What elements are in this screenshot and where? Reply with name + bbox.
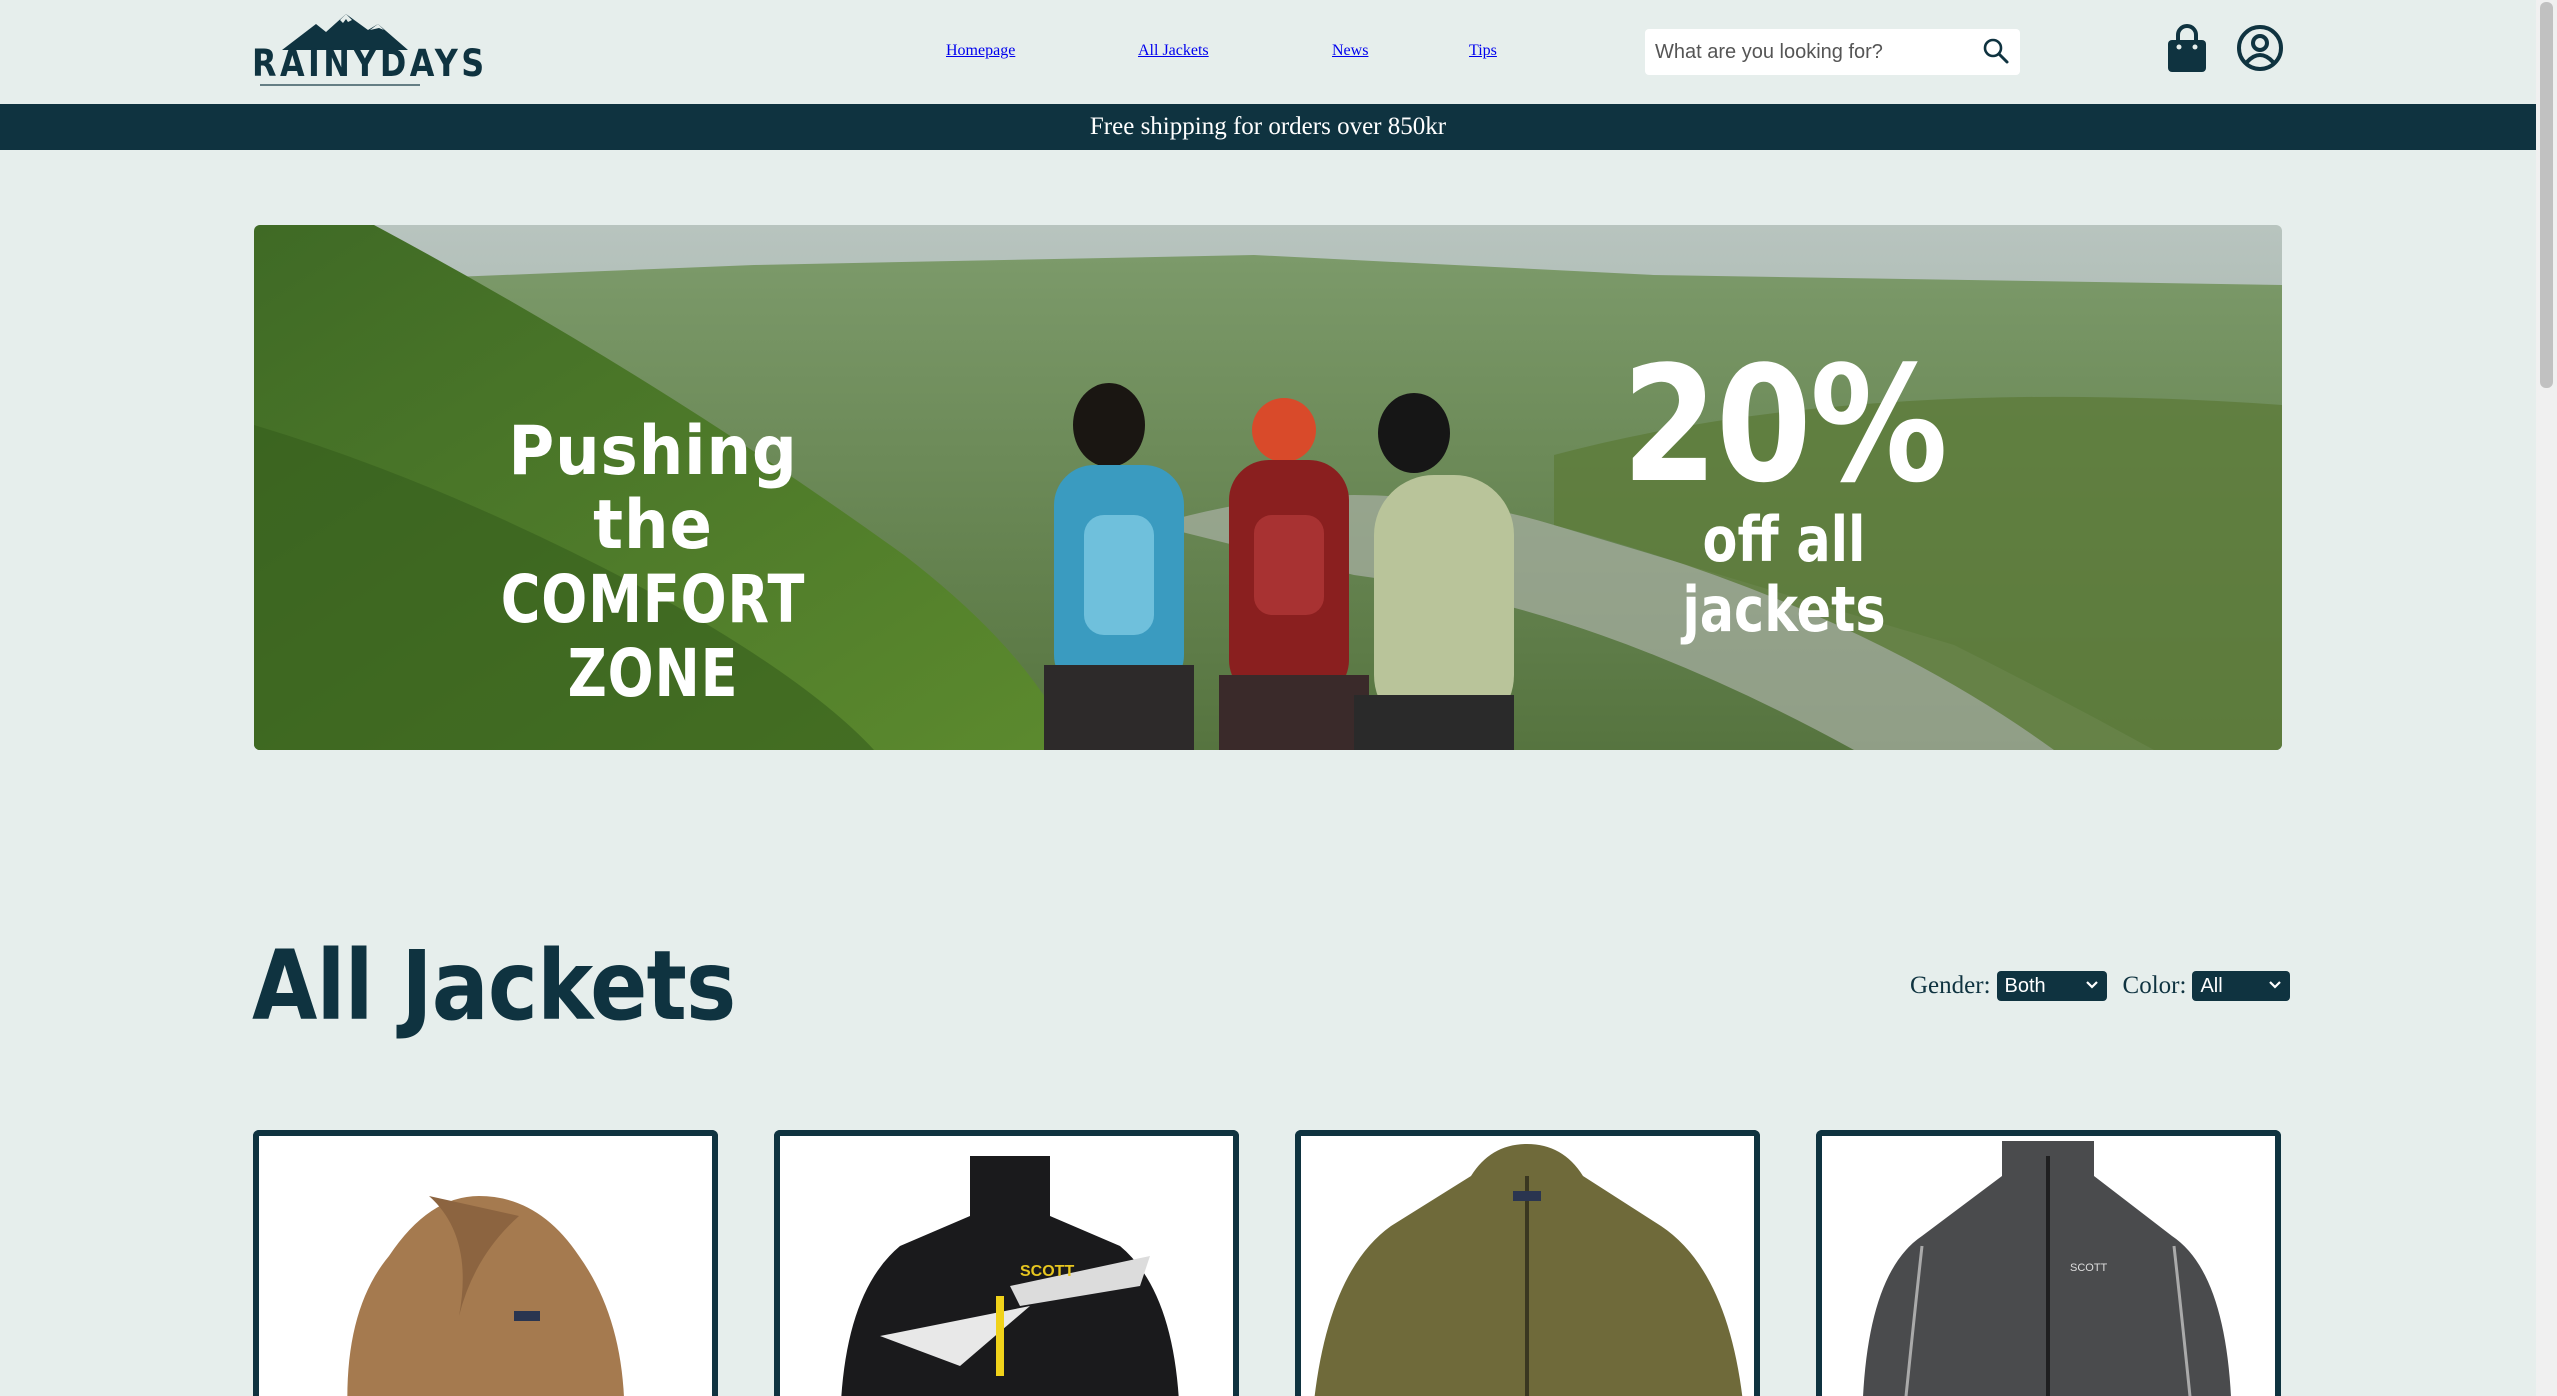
filters-bar: Gender: Both Color: All	[1910, 970, 2291, 1002]
search-box	[1645, 29, 2020, 75]
logo-wordmark: RAINYDAYS	[252, 42, 488, 85]
color-select[interactable]: All	[2192, 971, 2291, 1001]
product-image: SCOTT	[841, 1156, 1179, 1396]
search-icon[interactable]	[1982, 37, 2010, 65]
hero-tagline-line2: COMFORT ZONE	[500, 561, 806, 712]
svg-text:SCOTT: SCOTT	[2070, 1262, 2108, 1274]
user-circle-icon[interactable]	[2236, 24, 2284, 72]
color-select-value: All	[2200, 975, 2223, 997]
logo-underline	[260, 84, 420, 86]
page-scrollbar[interactable]	[2536, 0, 2557, 1396]
hero-tagline-line1: Pushing the	[508, 412, 798, 565]
discount-subtitle: off all jackets	[1682, 503, 1886, 646]
scrollbar-thumb[interactable]	[2540, 2, 2553, 388]
nav-tips[interactable]: Tips	[1469, 42, 1497, 60]
discount-percent: 20%	[1621, 331, 1948, 518]
site-header: RAINYDAYS Homepage All Jackets News Tips	[0, 0, 2536, 104]
shopping-bag-icon[interactable]	[2166, 24, 2208, 74]
nav-all-jackets[interactable]: All Jackets	[1138, 42, 1209, 60]
product-card-olive-fleece[interactable]	[1295, 1130, 1760, 1396]
gender-select[interactable]: Both	[1996, 971, 2107, 1001]
chevron-down-icon	[2085, 981, 2098, 989]
product-image	[347, 1196, 624, 1396]
promo-banner: Free shipping for orders over 850kr	[0, 104, 2536, 150]
svg-text:SCOTT: SCOTT	[1020, 1263, 1074, 1280]
rainydays-logo[interactable]: RAINYDAYS	[252, 14, 484, 88]
search-input[interactable]	[1645, 29, 1975, 75]
product-card-black-scott[interactable]: SCOTT	[774, 1130, 1239, 1396]
product-card-brown-fleece[interactable]	[253, 1130, 718, 1396]
chevron-down-icon	[2269, 981, 2282, 989]
page-title: All Jackets	[252, 930, 736, 1042]
product-image	[1314, 1144, 1743, 1396]
nav-news[interactable]: News	[1332, 42, 1368, 60]
product-card-grey-scott[interactable]: SCOTT	[1816, 1130, 2281, 1396]
color-filter-label: Color:	[2122, 972, 2187, 999]
nav-homepage[interactable]: Homepage	[946, 42, 1015, 60]
gender-select-value: Both	[2004, 975, 2046, 997]
product-image: SCOTT	[1863, 1141, 2231, 1396]
hero-banner[interactable]: Pushing the COMFORT ZONE 20% off all jac…	[254, 225, 2282, 750]
hikers-group	[1044, 383, 1514, 750]
hero-discount: 20% off all jackets	[1564, 345, 2004, 645]
gender-filter-label: Gender:	[1910, 972, 1991, 999]
hero-tagline: Pushing the COMFORT ZONE	[428, 415, 878, 711]
